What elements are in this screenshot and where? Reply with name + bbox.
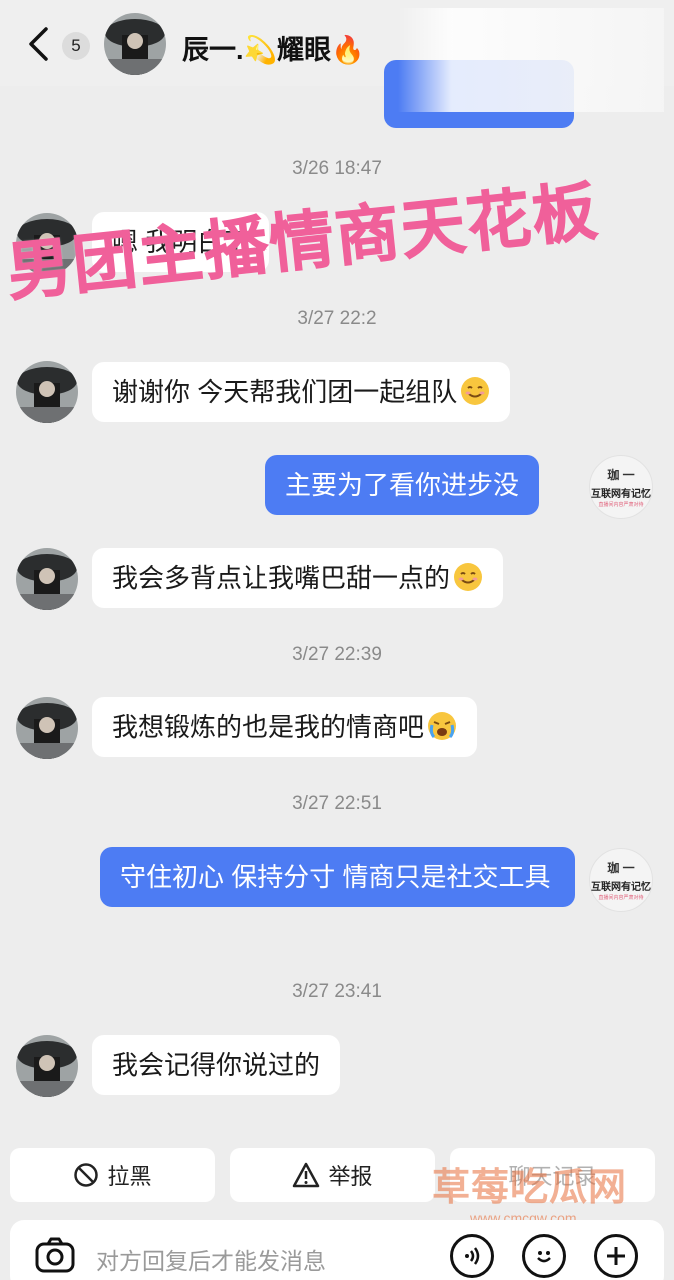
unread-count-badge: 5 — [62, 32, 90, 60]
camera-icon[interactable] — [34, 1236, 76, 1279]
chevron-left-icon — [29, 27, 48, 61]
contact-name: 辰一.💫耀眼🔥 — [182, 35, 365, 65]
block-label: 拉黑 — [107, 1164, 152, 1189]
emoji-icon[interactable] — [522, 1234, 566, 1278]
block-icon — [73, 1162, 99, 1188]
message-text: 守住初心 保持分寸 情商只是社交工具 — [120, 862, 551, 892]
my-avatar-line3: 直播间内容严肃对待 — [598, 895, 644, 901]
back-button[interactable] — [18, 22, 58, 66]
message-input[interactable]: 对方回复后才能发消息 — [96, 1242, 326, 1276]
outgoing-message[interactable]: 守住初心 保持分寸 情商只是社交工具 — [100, 847, 575, 907]
watermark-text: 草莓吃瓜网 — [432, 1167, 628, 1209]
message-text: 我会记得你说过的 — [112, 1050, 321, 1080]
timestamp: 3/27 22:51 — [292, 793, 382, 814]
report-label: 举报 — [328, 1164, 373, 1189]
my-avatar-line2: 互联网有记忆 — [591, 882, 651, 893]
voice-icon[interactable] — [450, 1234, 494, 1278]
my-avatar[interactable]: 珈 一 互联网有记忆 直播间内容严肃对待 — [589, 455, 653, 519]
report-button[interactable]: 举报 — [230, 1148, 435, 1202]
message-text: 主要为了看你进步没 — [285, 470, 520, 500]
contact-avatar[interactable] — [16, 697, 78, 759]
smile-emoji-icon — [461, 377, 490, 405]
smile-emoji-icon — [454, 563, 483, 591]
my-avatar-line1: 珈 一 — [607, 861, 635, 875]
crying-emoji-icon — [428, 712, 457, 740]
incoming-message[interactable]: 我会多背点让我嘴巴甜一点的 — [92, 548, 504, 608]
block-button[interactable]: 拉黑 — [10, 1148, 215, 1202]
my-avatar[interactable]: 珈 一 互联网有记忆 直播间内容严肃对待 — [589, 848, 653, 912]
message-text: 我想锻炼的也是我的情商吧 — [112, 712, 425, 742]
timestamp: 3/27 23:41 — [292, 981, 382, 1002]
add-icon[interactable] — [594, 1234, 638, 1278]
my-avatar-line2: 互联网有记忆 — [591, 489, 651, 500]
incoming-message[interactable]: 我想锻炼的也是我的情商吧 — [92, 697, 478, 757]
incoming-message[interactable]: 我会记得你说过的 — [92, 1035, 341, 1095]
message-input-bar: 对方回复后才能发消息 — [10, 1220, 664, 1280]
my-avatar-line3: 直播间内容严肃对待 — [598, 502, 644, 508]
contact-avatar[interactable] — [16, 1035, 78, 1097]
outgoing-message[interactable]: 主要为了看你进步没 — [265, 455, 540, 515]
timestamp: 3/27 22:39 — [292, 644, 382, 665]
message-text: 谢谢你 今天帮我们团一起组队 — [112, 377, 458, 407]
overlay-caption: 男团主播情商天花板 — [3, 174, 602, 309]
warning-icon — [292, 1162, 320, 1188]
contact-avatar[interactable] — [104, 13, 166, 75]
my-avatar-line1: 珈 一 — [607, 468, 635, 482]
incoming-message[interactable]: 谢谢你 今天帮我们团一起组队 — [92, 362, 511, 422]
contact-avatar[interactable] — [16, 548, 78, 610]
message-text: 我会多背点让我嘴巴甜一点的 — [112, 563, 451, 593]
header-blur-overlay — [398, 8, 664, 112]
